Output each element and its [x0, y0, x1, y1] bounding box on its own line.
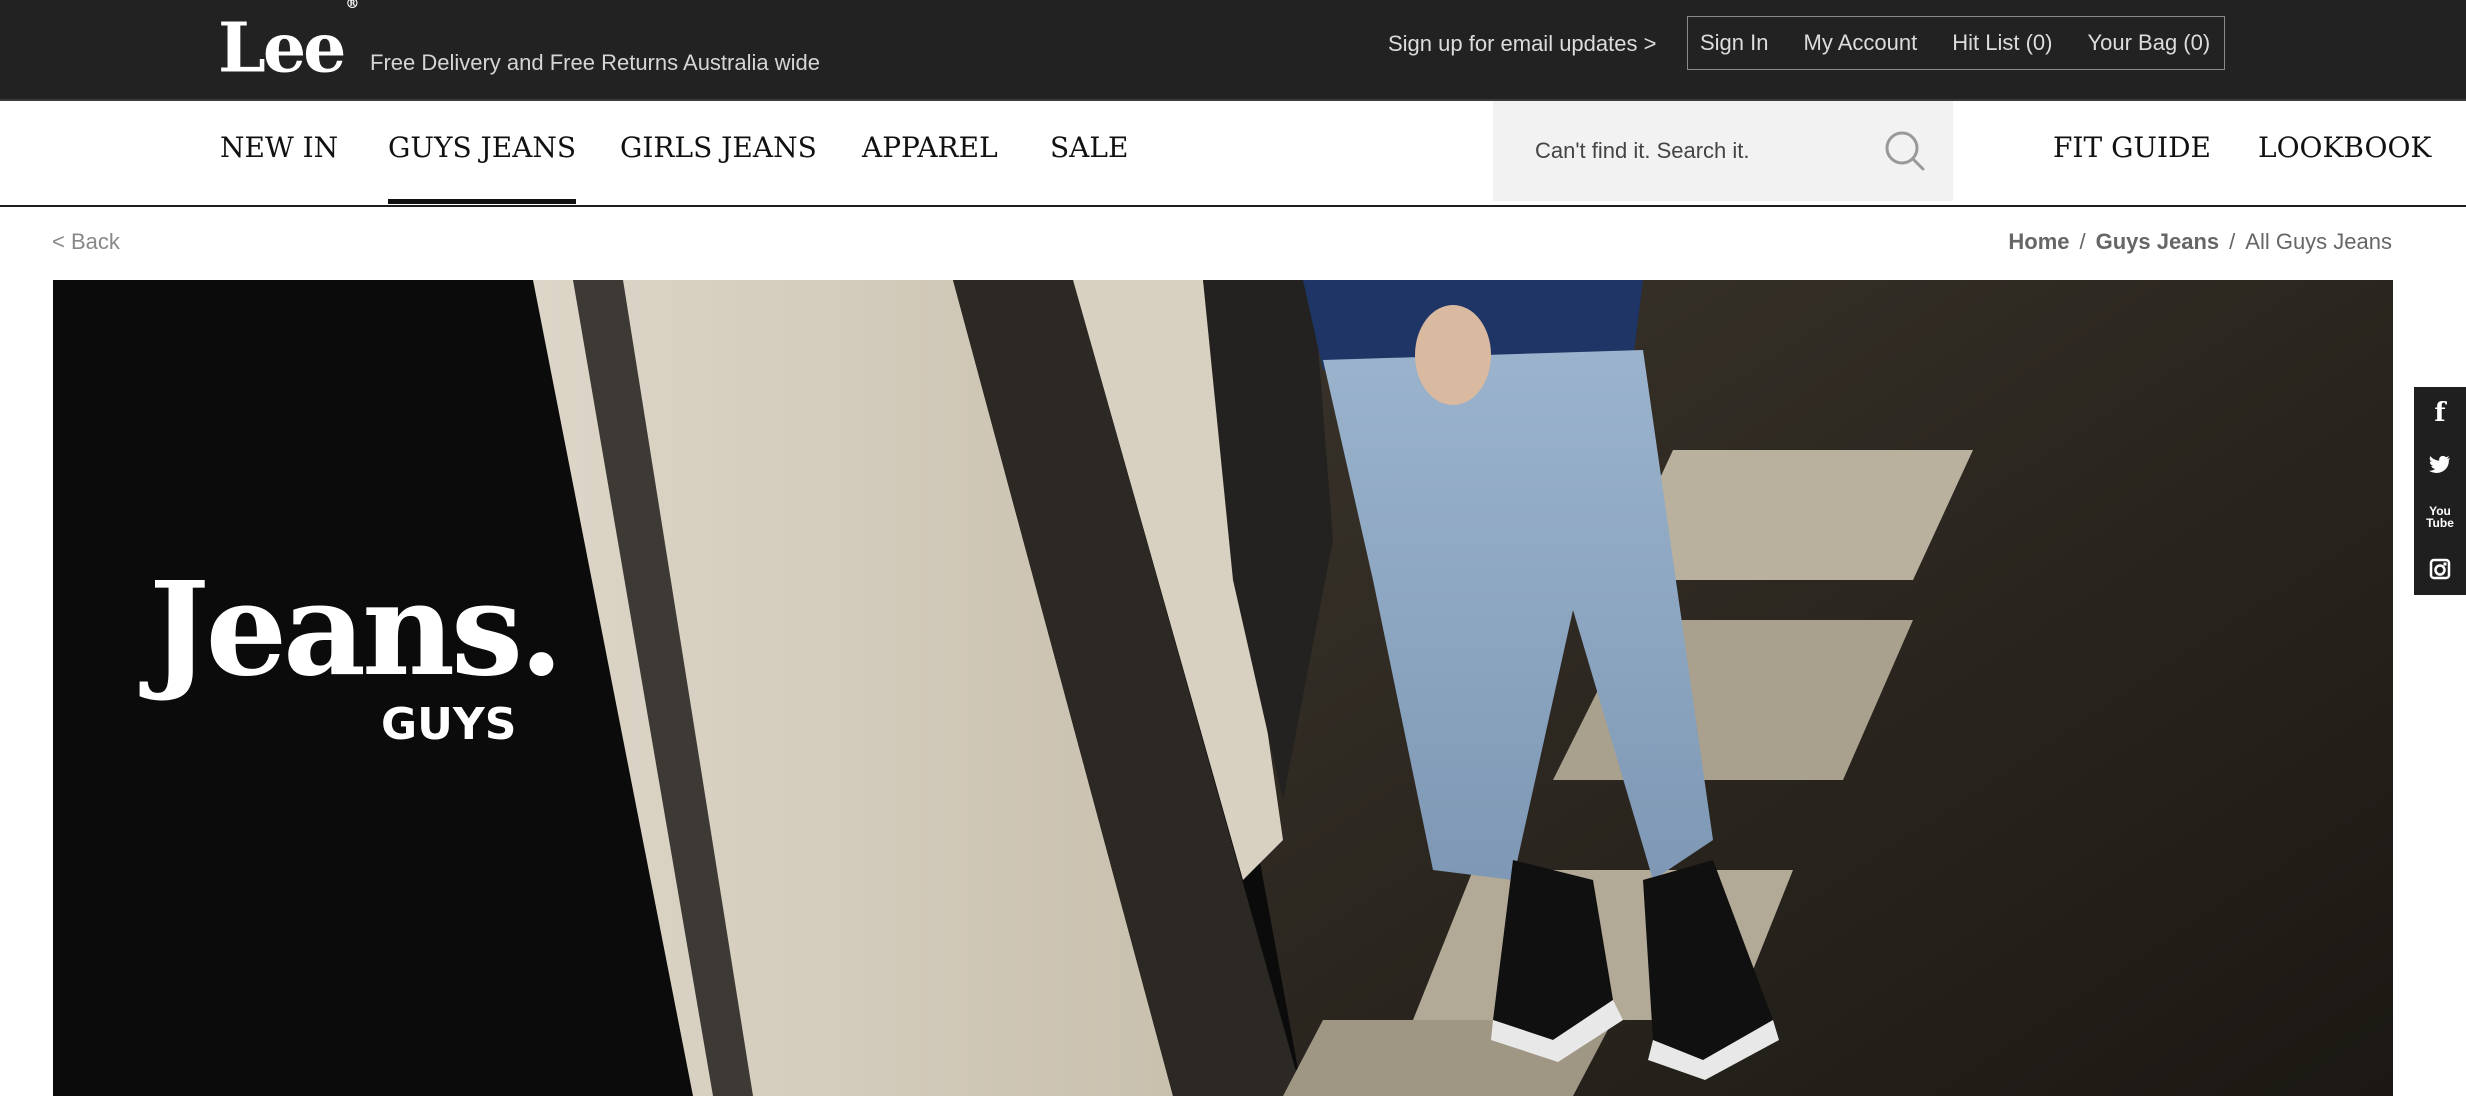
logo-text: Lee: [218, 8, 346, 89]
lee-logo[interactable]: Lee®: [218, 0, 359, 89]
breadcrumb-separator: /: [2079, 229, 2086, 254]
hero-subtitle: GUYS: [381, 699, 517, 750]
registered-mark: ®: [345, 0, 360, 12]
hit-list-link[interactable]: Hit List (0): [1952, 30, 2052, 56]
your-bag-link[interactable]: Your Bag (0): [2087, 30, 2210, 56]
search-input[interactable]: [1533, 131, 1867, 171]
breadcrumb-guys-jeans[interactable]: Guys Jeans: [2096, 229, 2220, 255]
account-links: Sign In My Account Hit List (0) Your Bag…: [1687, 16, 2225, 70]
hero-banner: Jeans. GUYS: [53, 280, 2393, 1096]
youtube-icon[interactable]: You Tube: [2414, 491, 2466, 543]
nav-apparel[interactable]: APPAREL: [862, 131, 998, 164]
hero-title: Jeans.: [149, 555, 564, 705]
breadcrumb-home[interactable]: Home: [2008, 229, 2069, 255]
nav-sale[interactable]: SALE: [1050, 131, 1128, 164]
social-links: f You Tube: [2414, 387, 2466, 595]
back-link[interactable]: < Back: [52, 229, 120, 255]
nav-new-in[interactable]: NEW IN: [220, 131, 338, 164]
delivery-tagline: Free Delivery and Free Returns Australia…: [370, 50, 820, 75]
breadcrumb-separator: /: [2229, 229, 2236, 254]
facebook-icon[interactable]: f: [2414, 387, 2466, 439]
breadcrumb-current: All Guys Jeans: [2245, 229, 2392, 254]
search-box: [1493, 101, 1953, 201]
nav-fit-guide[interactable]: FIT GUIDE: [2053, 131, 2211, 164]
twitter-icon[interactable]: [2414, 439, 2466, 491]
nav-girls-jeans[interactable]: GIRLS JEANS: [620, 131, 817, 164]
nav-guys-jeans[interactable]: GUYS JEANS: [388, 131, 577, 204]
nav-lookbook[interactable]: LOOKBOOK: [2258, 131, 2431, 164]
instagram-icon[interactable]: [2414, 543, 2466, 595]
sign-in-link[interactable]: Sign In: [1700, 30, 1769, 56]
search-icon[interactable]: [1883, 129, 1927, 173]
email-signup-link[interactable]: Sign up for email updates >: [1388, 31, 1656, 57]
main-nav: NEW IN GUYS JEANS GIRLS JEANS APPAREL SA…: [0, 101, 2466, 207]
my-account-link[interactable]: My Account: [1804, 30, 1918, 56]
top-bar: Lee® Free Delivery and Free Returns Aust…: [0, 0, 2466, 101]
breadcrumb: Home / Guys Jeans / All Guys Jeans: [2008, 229, 2392, 255]
